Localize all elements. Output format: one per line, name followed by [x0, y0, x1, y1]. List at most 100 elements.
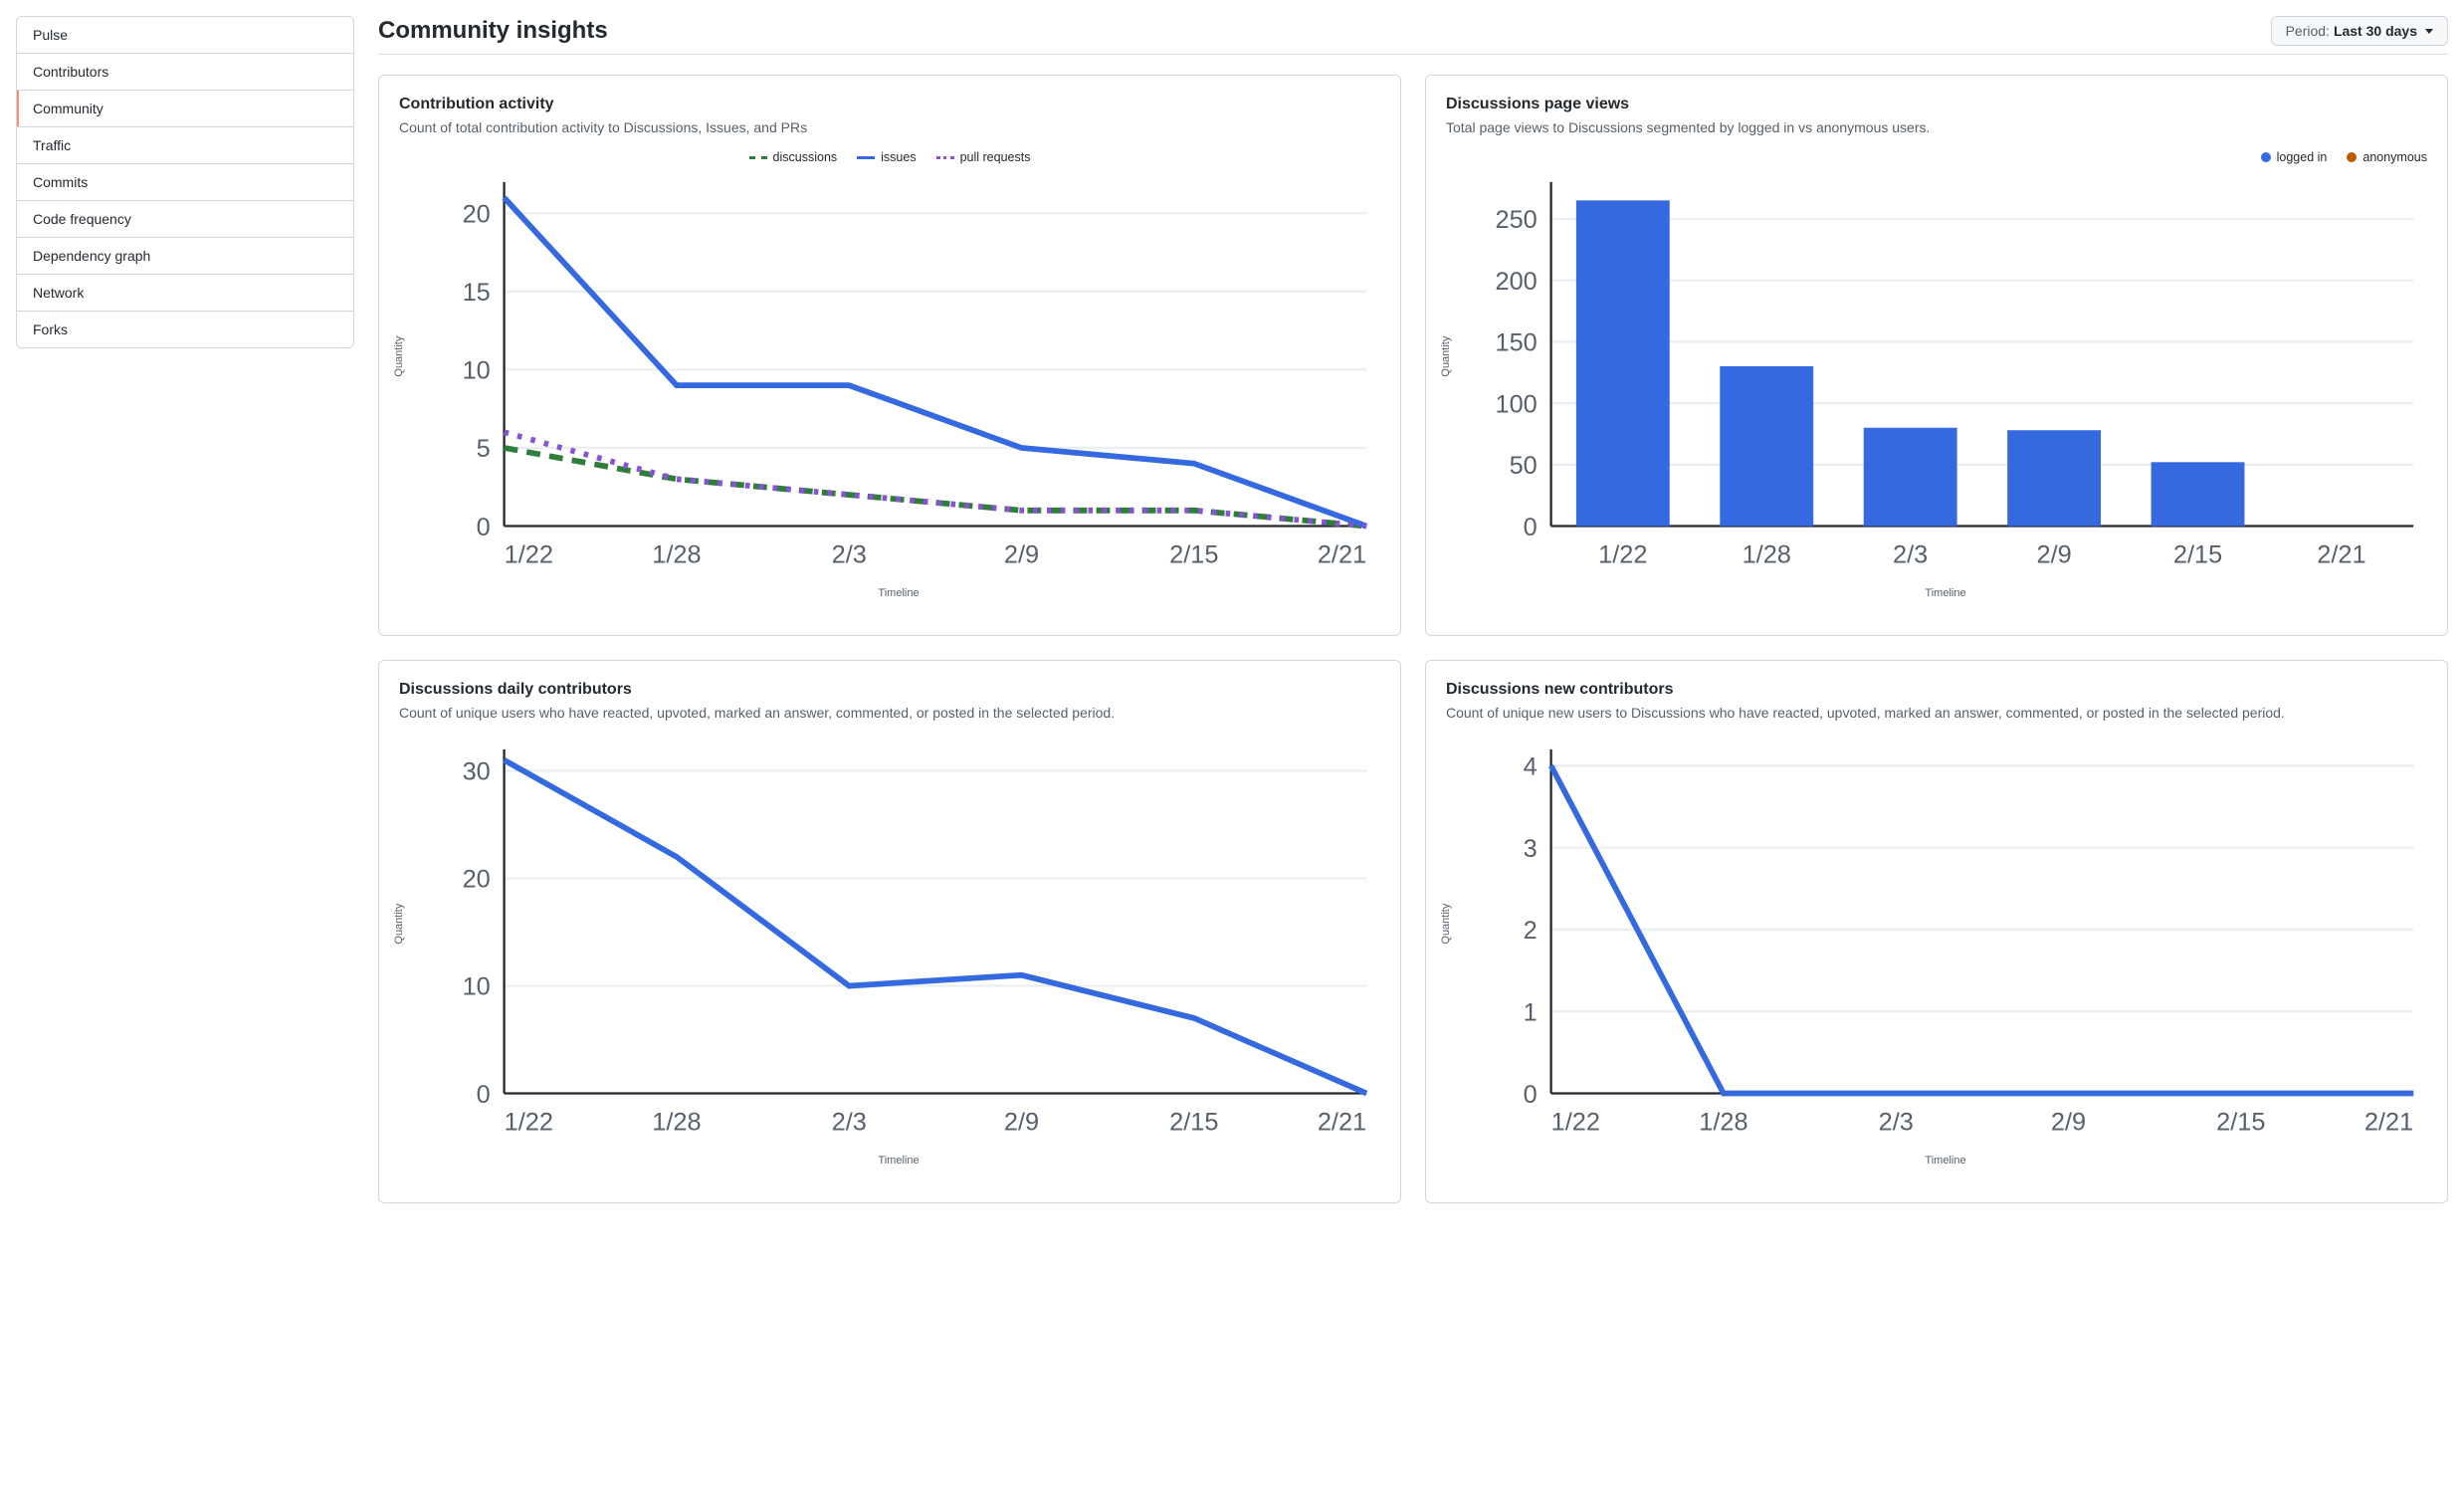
sidebar-item-label: Forks — [33, 321, 68, 337]
sidebar-item-pulse[interactable]: Pulse — [17, 17, 353, 54]
sidebar-item-label: Traffic — [33, 137, 71, 153]
legend-item-logged-in: logged in — [2261, 150, 2328, 164]
main-content: Community insights Period: Last 30 days … — [378, 16, 2448, 1203]
card-title: Discussions page views — [1446, 96, 2427, 113]
sidebar-item-label: Dependency graph — [33, 248, 150, 264]
svg-text:3: 3 — [1524, 835, 1538, 863]
svg-text:2: 2 — [1524, 917, 1538, 945]
chart-svg: 0501001502002501/221/282/32/92/152/21 — [1464, 168, 2427, 581]
x-axis-label: Timeline — [417, 1155, 1380, 1167]
x-axis-label: Timeline — [1464, 1155, 2427, 1167]
svg-text:20: 20 — [463, 866, 491, 894]
x-axis-label: Timeline — [1464, 587, 2427, 599]
svg-text:0: 0 — [1524, 1081, 1538, 1109]
svg-text:1/28: 1/28 — [652, 1108, 701, 1136]
svg-text:1/28: 1/28 — [1699, 1108, 1747, 1136]
y-axis-label: Quantity — [393, 336, 405, 377]
svg-text:2/15: 2/15 — [1169, 540, 1218, 568]
chart-legend: discussions issues pull requests — [399, 150, 1380, 164]
page-header: Community insights Period: Last 30 days — [378, 16, 2448, 55]
card-description: Count of unique users who have reacted, … — [399, 703, 1380, 724]
chart-svg: 012341/221/282/32/92/152/21 — [1464, 736, 2427, 1149]
chart-discussions-new-contributors: Quantity 012341/221/282/32/92/152/21 Tim… — [1446, 736, 2427, 1186]
sidebar-item-label: Code frequency — [33, 211, 131, 227]
chevron-down-icon — [2425, 29, 2433, 34]
page-title: Community insights — [378, 17, 608, 45]
svg-text:1/22: 1/22 — [1598, 540, 1647, 568]
legend-label: logged in — [2277, 150, 2328, 164]
legend-item-issues: issues — [857, 150, 916, 164]
svg-text:2/21: 2/21 — [1318, 540, 1366, 568]
chart-legend: logged in anonymous — [1446, 150, 2427, 164]
sidebar-item-community[interactable]: Community — [17, 91, 353, 127]
card-discussions-daily-contributors: Discussions daily contributors Count of … — [378, 660, 1401, 1203]
sidebar-item-commits[interactable]: Commits — [17, 164, 353, 201]
svg-text:2/21: 2/21 — [1318, 1108, 1366, 1136]
svg-text:2/15: 2/15 — [2173, 540, 2222, 568]
svg-text:0: 0 — [1524, 514, 1538, 541]
svg-text:1/28: 1/28 — [1743, 540, 1791, 568]
svg-text:1/28: 1/28 — [652, 540, 701, 568]
sidebar-item-label: Commits — [33, 174, 88, 190]
legend-swatch — [2347, 152, 2357, 162]
svg-text:100: 100 — [1495, 390, 1537, 418]
legend-swatch — [749, 156, 767, 159]
card-description: Total page views to Discussions segmente… — [1446, 117, 2427, 138]
svg-text:2/3: 2/3 — [832, 540, 867, 568]
card-description: Count of total contribution activity to … — [399, 117, 1380, 138]
legend-swatch — [936, 156, 954, 159]
legend-item-pull-requests: pull requests — [936, 150, 1031, 164]
svg-text:2/9: 2/9 — [1004, 1108, 1039, 1136]
sidebar-item-label: Network — [33, 285, 84, 301]
period-value: Last 30 days — [2334, 23, 2417, 39]
svg-text:4: 4 — [1524, 752, 1538, 780]
sidebar-item-label: Contributors — [33, 64, 108, 80]
legend-item-anonymous: anonymous — [2347, 150, 2427, 164]
sidebar-item-label: Pulse — [33, 27, 68, 43]
svg-text:10: 10 — [463, 357, 491, 385]
chart-discussions-daily-contributors: Quantity 01020301/221/282/32/92/152/21 T… — [399, 736, 1380, 1186]
svg-text:50: 50 — [1510, 452, 1538, 480]
y-axis-label: Quantity — [393, 904, 405, 945]
card-title: Discussions new contributors — [1446, 681, 2427, 699]
svg-text:1: 1 — [1524, 998, 1538, 1026]
card-title: Contribution activity — [399, 96, 1380, 113]
svg-text:2/15: 2/15 — [1169, 1108, 1218, 1136]
period-label: Period: — [2286, 23, 2330, 39]
card-description: Count of unique new users to Discussions… — [1446, 703, 2427, 724]
svg-text:2/21: 2/21 — [2317, 540, 2365, 568]
svg-text:30: 30 — [463, 757, 491, 785]
chart-svg: 051015201/221/282/32/92/152/21 — [417, 168, 1380, 581]
sidebar-item-traffic[interactable]: Traffic — [17, 127, 353, 164]
sidebar-item-code-frequency[interactable]: Code frequency — [17, 201, 353, 238]
sidebar-item-label: Community — [33, 101, 103, 116]
sidebar-item-dependency-graph[interactable]: Dependency graph — [17, 238, 353, 275]
cards-grid: Contribution activity Count of total con… — [378, 75, 2448, 1203]
svg-text:20: 20 — [463, 200, 491, 228]
legend-label: issues — [881, 150, 916, 164]
svg-text:2/3: 2/3 — [832, 1108, 867, 1136]
y-axis-label: Quantity — [1440, 336, 1452, 377]
sidebar-item-forks[interactable]: Forks — [17, 312, 353, 347]
legend-swatch — [857, 156, 875, 159]
card-discussions-page-views: Discussions page views Total page views … — [1425, 75, 2448, 636]
svg-text:2/9: 2/9 — [2036, 540, 2071, 568]
legend-label: pull requests — [960, 150, 1031, 164]
legend-label: discussions — [773, 150, 838, 164]
svg-text:1/22: 1/22 — [505, 1108, 553, 1136]
period-selector[interactable]: Period: Last 30 days — [2271, 16, 2448, 46]
chart-svg: 01020301/221/282/32/92/152/21 — [417, 736, 1380, 1149]
card-contribution-activity: Contribution activity Count of total con… — [378, 75, 1401, 636]
sidebar-item-network[interactable]: Network — [17, 275, 353, 312]
legend-swatch — [2261, 152, 2271, 162]
svg-text:200: 200 — [1495, 268, 1537, 296]
chart-discussions-page-views: Quantity 0501001502002501/221/282/32/92/… — [1446, 168, 2427, 619]
y-axis-label: Quantity — [1440, 904, 1452, 945]
sidebar-item-contributors[interactable]: Contributors — [17, 54, 353, 91]
svg-text:5: 5 — [477, 435, 491, 463]
svg-text:2/3: 2/3 — [1893, 540, 1928, 568]
svg-text:2/15: 2/15 — [2216, 1108, 2265, 1136]
svg-text:2/9: 2/9 — [1004, 540, 1039, 568]
svg-text:0: 0 — [477, 514, 491, 541]
svg-text:150: 150 — [1495, 329, 1537, 357]
